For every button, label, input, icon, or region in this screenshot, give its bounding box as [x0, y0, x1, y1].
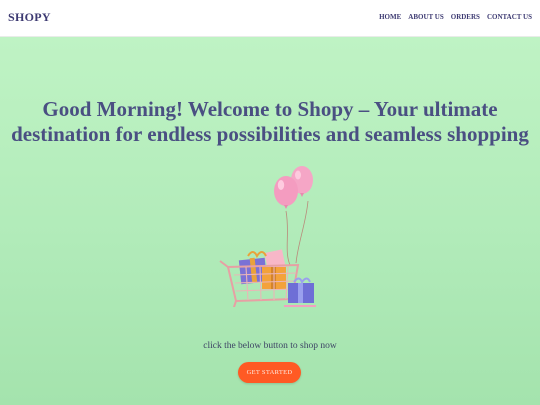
get-started-button[interactable]: GET STARTED: [238, 362, 301, 383]
balloon-icon: [274, 176, 298, 209]
nav-home-link[interactable]: HOME: [379, 13, 401, 21]
nav-links: HOME ABOUT US ORDERS CONTACT US: [379, 13, 532, 21]
navbar: SHOPY HOME ABOUT US ORDERS CONTACT US: [0, 0, 540, 37]
nav-orders-link[interactable]: ORDERS: [451, 13, 480, 21]
gift-box-icon: [284, 305, 316, 307]
hero-section: Good Morning! Welcome to Shopy – Your ul…: [0, 37, 540, 405]
cta-text: click the below button to shop now: [203, 341, 337, 351]
hero-title: Good Morning! Welcome to Shopy – Your ul…: [0, 97, 540, 147]
gift-box-icon: [288, 277, 314, 303]
shopping-cart-illustration: [218, 163, 334, 314]
nav-about-us-link[interactable]: ABOUT US: [408, 13, 443, 21]
hero-title-line-1: Good Morning! Welcome to Shopy – Your ul…: [42, 97, 498, 121]
hero-title-line-2: destination for endless possibilities an…: [11, 122, 529, 146]
brand-logo[interactable]: SHOPY: [8, 10, 51, 25]
nav-contact-us-link[interactable]: CONTACT US: [487, 13, 532, 21]
